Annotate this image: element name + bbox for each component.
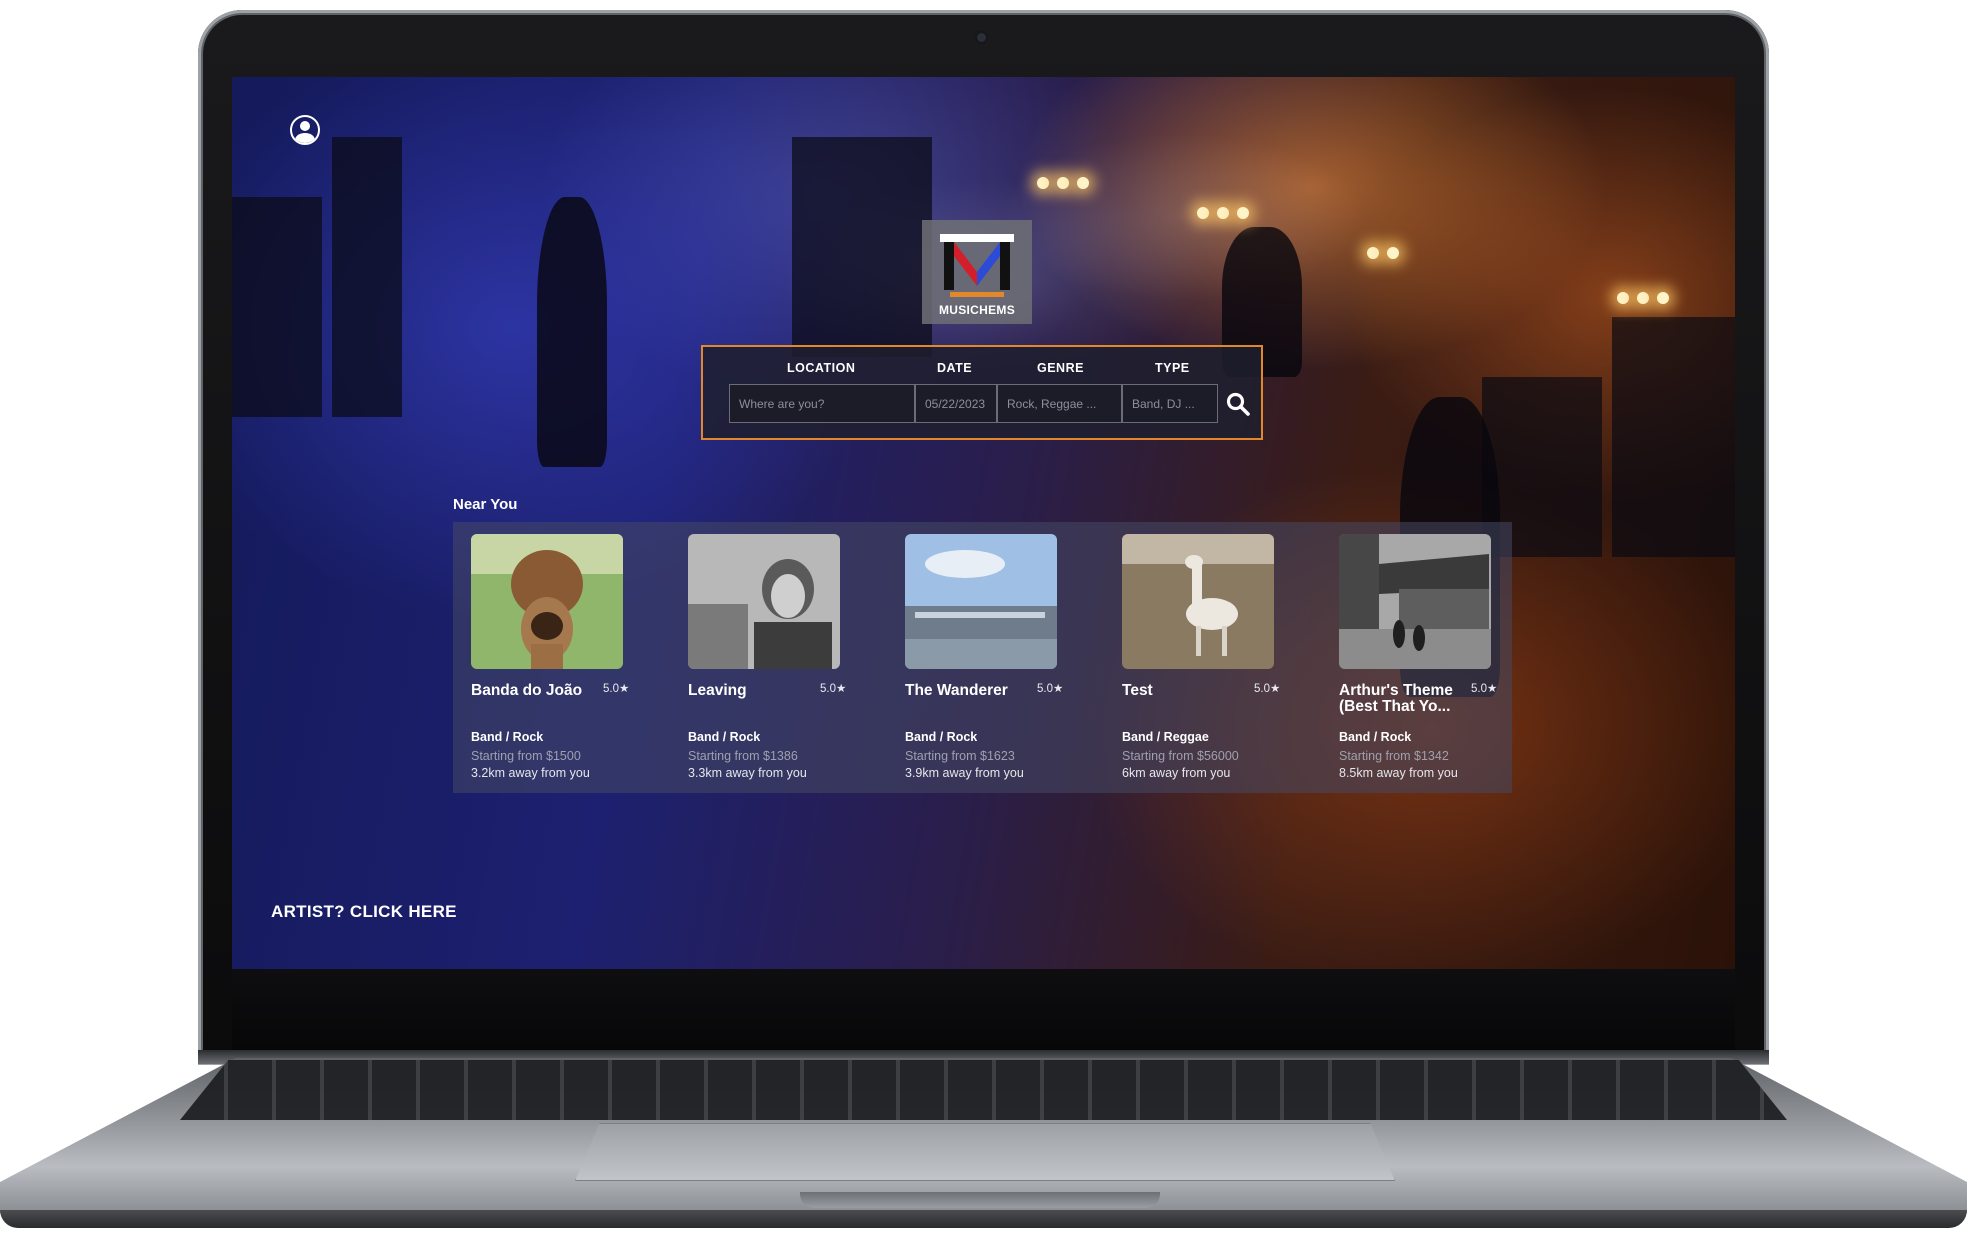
brand-logo[interactable]: MUSICHEMS [922, 220, 1032, 324]
artist-distance: 3.2km away from you [471, 766, 590, 780]
stage-light [1617, 292, 1629, 304]
laptop-trackpad [575, 1123, 1395, 1181]
user-icon-body [295, 133, 315, 143]
artist-price: Starting from $56000 [1122, 749, 1239, 763]
stage-light [1637, 292, 1649, 304]
artist-thumbnail [905, 534, 1057, 669]
laptop-foot [0, 1210, 1967, 1228]
artist-thumbnail [471, 534, 623, 669]
artist-card[interactable]: Test 5.0★ Band / Reggae Starting from $5… [1108, 534, 1298, 784]
date-input[interactable] [915, 384, 997, 423]
artist-price: Starting from $1342 [1339, 749, 1449, 763]
artist-genre: Band / Rock [471, 730, 544, 744]
artist-price: Starting from $1500 [471, 749, 581, 763]
brand-logo-mark [940, 234, 1014, 297]
stage-light [1367, 247, 1379, 259]
artist-name: Leaving [688, 682, 747, 699]
near-you-title: Near You [453, 496, 518, 513]
search-icon [1226, 392, 1250, 416]
artist-thumbnail [688, 534, 840, 669]
screen-bezel-bottom [232, 968, 1735, 1058]
llama-photo [1122, 534, 1274, 669]
background-amp [1612, 317, 1735, 557]
artist-rating: 5.0★ [1471, 683, 1498, 695]
type-label: TYPE [1155, 361, 1190, 375]
stage-light [1057, 177, 1069, 189]
app-screen: MUSICHEMS LOCATION DATE GENRE TYPE Near … [232, 77, 1735, 969]
artist-name: Arthur's Theme (Best That Yo... [1339, 682, 1453, 715]
artist-card[interactable]: Arthur's Theme (Best That Yo... 5.0★ Ban… [1325, 534, 1515, 784]
artist-thumbnail [1122, 534, 1274, 669]
background-amp [332, 137, 402, 417]
search-panel: LOCATION DATE GENRE TYPE [701, 345, 1263, 440]
artist-price: Starting from $1386 [688, 749, 798, 763]
stage-light [1037, 177, 1049, 189]
artist-rating: 5.0★ [1037, 683, 1064, 695]
user-circle-icon[interactable] [290, 115, 320, 145]
artist-distance: 8.5km away from you [1339, 766, 1458, 780]
artist-rating: 5.0★ [1254, 683, 1281, 695]
search-button[interactable] [1225, 391, 1251, 417]
artist-genre: Band / Rock [688, 730, 761, 744]
genre-input[interactable] [997, 384, 1122, 423]
stage-light [1197, 207, 1209, 219]
portrait-photo [688, 534, 840, 669]
stage-light [1077, 177, 1089, 189]
artist-distance: 3.3km away from you [688, 766, 807, 780]
type-input[interactable] [1122, 384, 1218, 423]
laptop-keyboard [180, 1060, 1787, 1120]
artist-card[interactable]: Banda do João 5.0★ Band / Rock Starting … [457, 534, 647, 784]
background-amp [792, 137, 932, 357]
location-input[interactable] [729, 384, 915, 423]
genre-label: GENRE [1037, 361, 1084, 375]
artist-thumbnail [1339, 534, 1491, 669]
artist-genre: Band / Reggae [1122, 730, 1209, 744]
webcam [977, 33, 986, 42]
artist-price: Starting from $1623 [905, 749, 1015, 763]
artist-card[interactable]: Leaving 5.0★ Band / Rock Starting from $… [674, 534, 864, 784]
building-photo [905, 534, 1057, 669]
artist-distance: 6km away from you [1122, 766, 1231, 780]
artist-name: Banda do João [471, 682, 583, 699]
artist-genre: Band / Rock [1339, 730, 1412, 744]
stage-light [1237, 207, 1249, 219]
brand-name: MUSICHEMS [938, 303, 1016, 317]
stage-light [1657, 292, 1669, 304]
location-label: LOCATION [787, 361, 856, 375]
artist-genre: Band / Rock [905, 730, 978, 744]
artist-name: The Wanderer [905, 682, 1008, 699]
laptop-lid-notch [800, 1192, 1160, 1208]
background-amp [232, 197, 322, 417]
alpaca-photo [471, 534, 623, 669]
artist-distance: 3.9km away from you [905, 766, 1024, 780]
artist-card[interactable]: The Wanderer 5.0★ Band / Rock Starting f… [891, 534, 1081, 784]
artist-rating: 5.0★ [820, 683, 847, 695]
artist-signup-link[interactable]: ARTIST? CLICK HERE [271, 902, 457, 922]
artist-rating: 5.0★ [603, 683, 630, 695]
user-icon-head [300, 121, 310, 131]
stage-light [1387, 247, 1399, 259]
stage-light [1217, 207, 1229, 219]
date-label: DATE [937, 361, 973, 375]
temple-photo [1339, 534, 1491, 669]
guitarist-silhouette [537, 197, 607, 467]
artist-name: Test [1122, 682, 1153, 699]
near-you-panel: Banda do João 5.0★ Band / Rock Starting … [453, 522, 1512, 793]
